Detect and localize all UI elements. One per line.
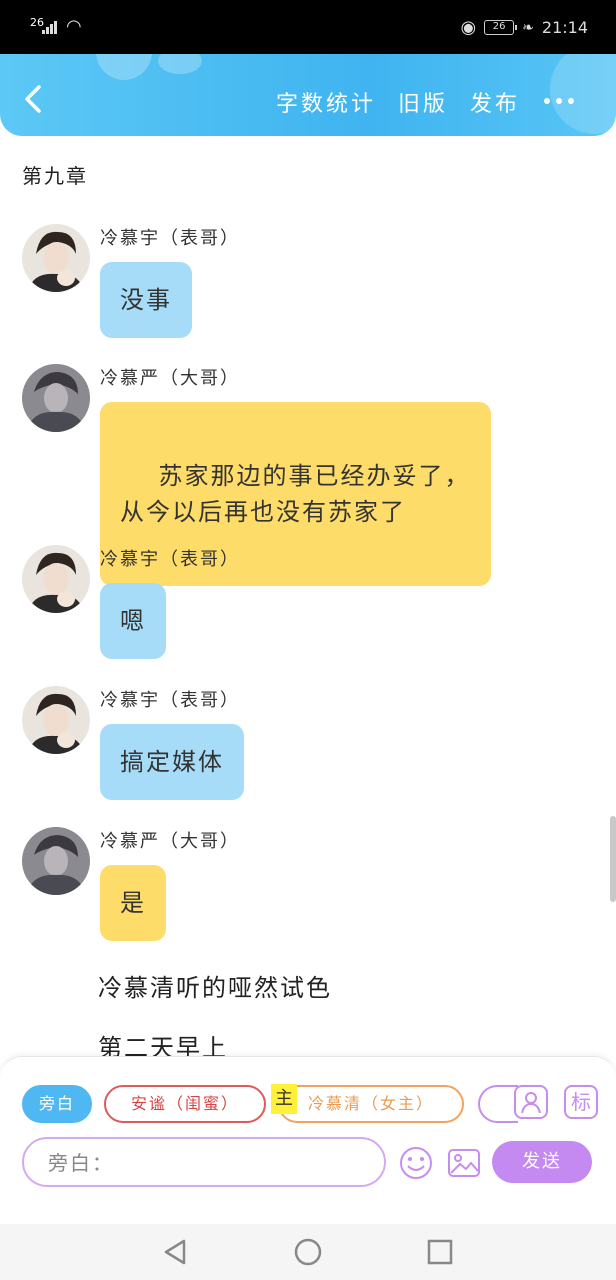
message-bubble[interactable]: 嗯	[100, 583, 166, 659]
role-chip-anyi[interactable]: 安谧（闺蜜）	[104, 1085, 266, 1123]
speaker-name: 冷慕宇（表哥）	[100, 549, 240, 570]
word-count-button[interactable]: 字数统计	[276, 86, 376, 118]
message-bubble[interactable]: 没事	[100, 262, 192, 338]
speaker-name: 冷慕严（大哥）	[100, 368, 240, 389]
lead-role-badge: 主	[271, 1084, 297, 1114]
man-in-shadow-avatar[interactable]	[22, 827, 90, 895]
tag-icon[interactable]: 标	[564, 1085, 598, 1119]
character-icon[interactable]	[514, 1085, 548, 1119]
back-triangle-icon[interactable]	[160, 1236, 192, 1268]
publish-button[interactable]: 发布	[470, 86, 520, 118]
recents-square-icon[interactable]	[424, 1236, 456, 1268]
speaker-name: 冷慕严（大哥）	[100, 831, 240, 852]
message-bubble[interactable]: 是	[100, 865, 166, 941]
wifi-icon: ◠	[66, 16, 82, 37]
emoji-icon[interactable]	[398, 1145, 434, 1181]
message-input[interactable]	[48, 1149, 348, 1177]
status-bar: 26 ◠ ◉ 26 ❧ 21:14	[0, 0, 616, 54]
role-chip-narrator[interactable]: 旁白	[22, 1085, 92, 1123]
battery-icon: 26	[484, 20, 518, 35]
back-arrow-icon[interactable]	[22, 84, 44, 114]
signal-icon	[42, 20, 60, 34]
editor-panel: 旁白 安谧（闺蜜） 冷慕清（女主） 标 发送	[0, 1056, 616, 1224]
chat-message: 冷慕严（大哥） 是	[22, 827, 582, 947]
chat-message: 冷慕严（大哥） 苏家那边的事已经办妥了， 从今以后再也没有苏家了	[22, 364, 582, 586]
man-in-shadow-avatar[interactable]	[22, 364, 90, 432]
message-bubble[interactable]: 搞定媒体	[100, 724, 244, 800]
man-with-cat-avatar[interactable]	[22, 224, 90, 292]
eye-comfort-icon: ◉	[460, 17, 477, 38]
role-chip-partial[interactable]	[478, 1085, 518, 1123]
top-header: 字数统计 旧版 发布	[0, 54, 616, 136]
message-input-field[interactable]	[22, 1137, 386, 1187]
chapter-title: 第九章	[22, 164, 88, 188]
scrollbar[interactable]	[610, 816, 616, 902]
speaker-name: 冷慕宇（表哥）	[100, 228, 240, 249]
chat-message: 冷慕宇（表哥） 嗯	[22, 545, 582, 665]
clock: 21:14	[541, 18, 588, 37]
image-icon[interactable]	[446, 1145, 482, 1181]
send-button[interactable]: 发送	[492, 1141, 592, 1183]
system-nav-bar	[0, 1224, 616, 1280]
more-options-icon[interactable]	[544, 98, 574, 104]
old-version-button[interactable]: 旧版	[398, 86, 448, 118]
man-with-cat-avatar[interactable]	[22, 545, 90, 613]
message-text: 苏家那边的事已经办妥了， 从今以后再也没有苏家了	[120, 462, 471, 526]
role-chip-lead[interactable]: 冷慕清（女主）	[278, 1085, 464, 1123]
narration-line[interactable]: 冷慕清听的哑然试色	[98, 968, 332, 1003]
header-actions: 字数统计 旧版 发布	[276, 86, 520, 118]
speaker-name: 冷慕宇（表哥）	[100, 690, 240, 711]
leaf-icon: ❧	[522, 19, 534, 36]
home-circle-icon[interactable]	[292, 1236, 324, 1268]
chat-message: 冷慕宇（表哥） 搞定媒体	[22, 686, 582, 806]
chat-message: 冷慕宇（表哥） 没事	[22, 224, 582, 344]
man-with-cat-avatar[interactable]	[22, 686, 90, 754]
